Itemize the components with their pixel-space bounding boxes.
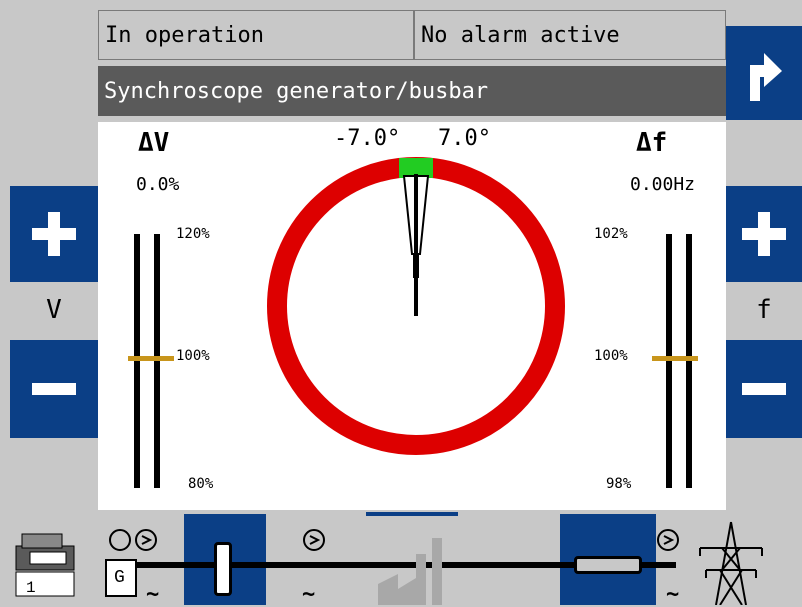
ac-symbol-mains: ~ bbox=[666, 582, 680, 607]
delta-frequency-label: Δf bbox=[636, 128, 668, 158]
exit-button[interactable] bbox=[726, 26, 802, 120]
frequency-lower-button[interactable] bbox=[726, 340, 802, 438]
transmission-tower-icon bbox=[699, 521, 763, 605]
page-title: Synchroscope generator/busbar bbox=[98, 66, 726, 116]
voltage-raise-button[interactable] bbox=[10, 186, 98, 282]
busbar-status-icon bbox=[303, 529, 325, 551]
minus-icon bbox=[742, 383, 786, 395]
single-line-diagram: 1 G ~ ~ ~ bbox=[0, 510, 802, 607]
frequency-bar-right bbox=[686, 234, 692, 488]
minus-icon bbox=[32, 383, 76, 395]
ac-symbol-busbar: ~ bbox=[302, 582, 316, 607]
operation-status: In operation bbox=[98, 10, 414, 60]
exit-arrow-icon bbox=[750, 53, 782, 101]
frequency-scale-mid: 100% bbox=[594, 348, 628, 364]
frequency-scale-bottom: 98% bbox=[606, 476, 632, 492]
synchroscope-panel: ΔV 0.0% 120% 100% 80% Δf 0.00Hz 102% 100… bbox=[98, 122, 726, 510]
frequency-bar-left bbox=[666, 234, 672, 488]
delta-voltage-label: ΔV bbox=[138, 128, 170, 158]
voltage-scale-top: 120% bbox=[176, 226, 210, 242]
voltage-bar-left bbox=[134, 234, 140, 488]
voltage-scale-mid: 100% bbox=[176, 348, 210, 364]
angle-left-label: -7.0° bbox=[334, 126, 401, 151]
voltage-bar-right bbox=[154, 234, 160, 488]
plus-icon bbox=[742, 212, 786, 256]
voltage-level-marker bbox=[128, 356, 174, 361]
frequency-level-marker bbox=[652, 356, 698, 361]
tab-indicator bbox=[366, 512, 458, 516]
generator-number: 1 bbox=[26, 579, 36, 597]
delta-frequency-value: 0.00Hz bbox=[630, 174, 696, 195]
frequency-side-label: f bbox=[756, 295, 772, 325]
mains-status-icon bbox=[657, 529, 679, 551]
generator-status-icons bbox=[109, 529, 157, 551]
ac-symbol-gen: ~ bbox=[146, 582, 160, 607]
generator-breaker-symbol bbox=[214, 542, 232, 596]
load-icon bbox=[378, 538, 442, 605]
voltage-lower-button[interactable] bbox=[10, 340, 98, 438]
mains-breaker-symbol bbox=[574, 556, 642, 574]
frequency-scale-top: 102% bbox=[594, 226, 628, 242]
delta-voltage-value: 0.0% bbox=[136, 174, 180, 195]
plus-icon bbox=[32, 212, 76, 256]
pointer-hub bbox=[413, 254, 419, 278]
alarm-status[interactable]: No alarm active bbox=[414, 10, 726, 60]
frequency-raise-button[interactable] bbox=[726, 186, 802, 282]
voltage-scale-bottom: 80% bbox=[188, 476, 214, 492]
generator-icon: 1 bbox=[15, 533, 75, 597]
angle-right-label: 7.0° bbox=[438, 126, 491, 151]
voltage-side-label: V bbox=[46, 295, 62, 325]
synchroscope-dial bbox=[267, 157, 565, 455]
generator-letter: G bbox=[114, 568, 125, 588]
generator-symbol-icon: G bbox=[105, 559, 137, 597]
